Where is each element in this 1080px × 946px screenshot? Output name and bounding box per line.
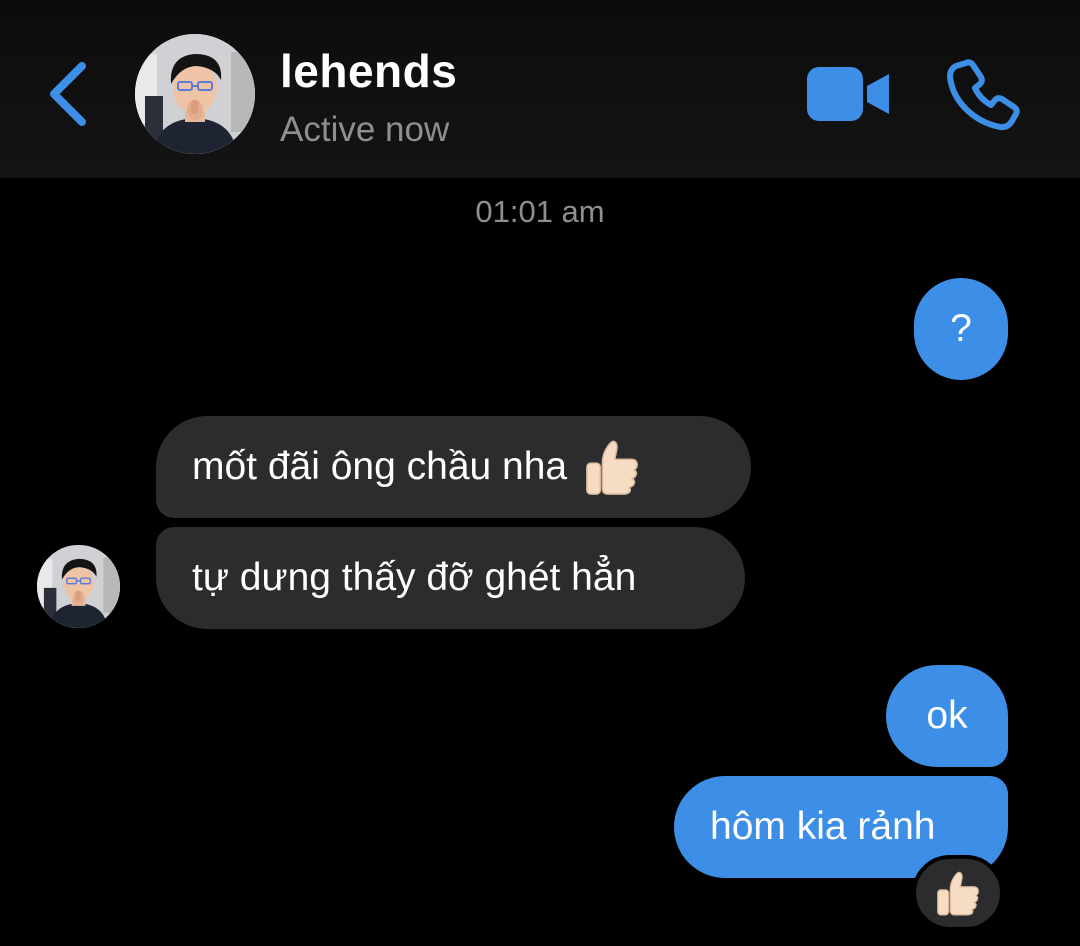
chat-header: lehends Active now xyxy=(0,0,1080,178)
sent-message-bubble[interactable]: ok xyxy=(886,665,1008,767)
contact-name[interactable]: lehends xyxy=(280,44,457,98)
active-status: Active now xyxy=(280,110,450,149)
message-reaction[interactable] xyxy=(912,855,1004,931)
video-call-button[interactable] xyxy=(805,64,891,124)
phone-icon xyxy=(947,59,1020,131)
avatar-image xyxy=(135,34,255,154)
back-button[interactable] xyxy=(40,58,96,130)
message-text: tự dưng thấy đỡ ghét hẳn xyxy=(192,556,637,599)
message-text: ? xyxy=(950,307,972,350)
message-text: ok xyxy=(926,694,968,737)
thumbs-up-icon xyxy=(586,440,639,495)
received-message-bubble[interactable]: mốt đãi ông chầu nha xyxy=(156,416,751,518)
voice-call-button[interactable] xyxy=(946,57,1022,133)
sender-avatar[interactable] xyxy=(37,545,120,628)
video-camera-icon xyxy=(807,67,889,121)
sent-message-bubble[interactable]: ? xyxy=(914,278,1008,380)
thumbs-up-icon xyxy=(937,871,979,916)
message-text: mốt đãi ông chầu nha xyxy=(192,445,568,488)
message-text: hôm kia rảnh xyxy=(710,805,936,848)
message-timestamp: 01:01 am xyxy=(475,194,605,229)
received-message-bubble[interactable]: tự dưng thấy đỡ ghét hẳn xyxy=(156,527,745,629)
avatar-image xyxy=(37,545,120,628)
contact-avatar[interactable] xyxy=(135,34,255,154)
chevron-left-icon xyxy=(50,62,86,126)
